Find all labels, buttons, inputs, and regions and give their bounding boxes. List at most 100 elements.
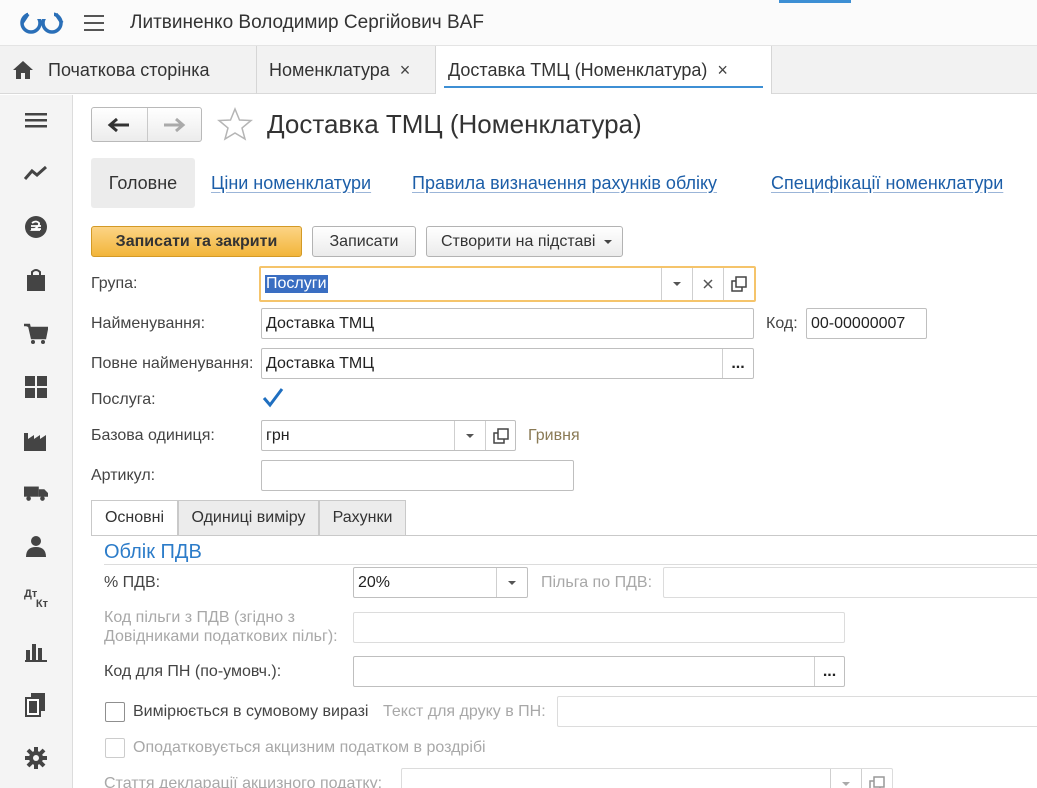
chevron-down-icon <box>673 282 681 286</box>
excise-article-field[interactable] <box>401 768 893 788</box>
tab-nomenclature[interactable]: Номенклатура × <box>257 46 436 94</box>
create-based-on-label: Створити на підставі <box>441 232 596 250</box>
open-button[interactable] <box>485 421 515 450</box>
open-form-icon <box>869 775 885 788</box>
1c-logo-icon[interactable] <box>20 10 64 36</box>
excise-label: Оподатковується акцизним податком в розд… <box>133 739 486 756</box>
vat-rate-field[interactable]: 20% <box>353 567 528 598</box>
truck-icon[interactable] <box>24 481 48 505</box>
person-icon[interactable] <box>24 534 48 558</box>
name-label: Найменування: <box>91 315 206 332</box>
app-title: Литвиненко Володимир Сергійович BAF <box>130 12 484 33</box>
inner-tab-main[interactable]: Основні <box>91 500 178 536</box>
tab-home[interactable]: Початкова сторінка <box>0 46 257 94</box>
inner-tab-units[interactable]: Одиниці виміру <box>178 500 319 536</box>
code-field[interactable]: 00-00000007 <box>806 308 927 339</box>
dropdown-button[interactable] <box>454 421 485 450</box>
close-icon[interactable]: × <box>717 60 728 81</box>
bag-icon[interactable] <box>24 268 48 292</box>
create-based-on-button[interactable]: Створити на підставі <box>426 226 623 257</box>
service-checkbox[interactable] <box>261 386 285 410</box>
benefit-code-label-line1: Код пільги з ПДВ (згідно з <box>104 609 295 626</box>
active-tab-underline <box>444 86 763 88</box>
section-tab-account-rules[interactable]: Правила визначення рахунків обліку <box>412 158 717 208</box>
clear-icon <box>703 279 713 289</box>
chevron-down-icon <box>508 580 516 585</box>
home-icon <box>12 60 34 80</box>
article-field[interactable] <box>261 460 574 491</box>
hamburger-menu-icon[interactable] <box>82 12 106 34</box>
form-content: Доставка ТМЦ (Номенклатура) Головне Ціни… <box>74 95 1037 788</box>
group-field[interactable]: Послуги <box>259 266 756 302</box>
tab-delivery-item[interactable]: Доставка ТМЦ (Номенклатура) × <box>436 46 772 94</box>
section-tab-main[interactable]: Головне <box>91 158 195 208</box>
vat-rate-label: % ПДВ: <box>104 574 161 591</box>
documents-icon[interactable] <box>24 693 48 717</box>
warehouse-icon[interactable] <box>24 375 48 399</box>
benefit-code-label-line2: Довідниками податкових пільг): <box>104 628 338 645</box>
base-unit-field[interactable]: грн <box>261 420 516 451</box>
name-value: Доставка ТМЦ <box>266 314 375 332</box>
vat-group-title: Облік ПДВ <box>104 541 202 563</box>
inner-tab-accounts[interactable]: Рахунки <box>319 500 406 536</box>
excise-article-label: Стаття декларації акцизного податку: <box>104 775 383 788</box>
section-tab-specifications[interactable]: Специфікації номенклатури <box>771 158 1003 208</box>
select-button[interactable]: ... <box>722 349 753 378</box>
name-field[interactable]: Доставка ТМЦ <box>261 308 754 339</box>
tab-delivery-item-label: Доставка ТМЦ (Номенклатура) <box>448 59 708 80</box>
vat-benefit-field[interactable] <box>663 567 1037 598</box>
dropdown-button[interactable] <box>830 769 861 788</box>
menu-icon[interactable] <box>24 109 48 133</box>
back-button[interactable] <box>92 108 147 141</box>
bar-chart-icon[interactable] <box>24 640 48 664</box>
save-button[interactable]: Записати <box>312 226 416 257</box>
close-icon[interactable]: × <box>400 60 411 81</box>
open-form-icon <box>492 427 509 444</box>
gear-icon[interactable] <box>24 746 48 770</box>
code-label: Код: <box>766 315 798 332</box>
full-name-label: Повне найменування: <box>91 355 254 372</box>
excise-checkbox[interactable] <box>105 738 125 758</box>
base-unit-description: Гривня <box>528 427 580 444</box>
pn-code-label: Код для ПН (по-умовч.): <box>104 663 282 680</box>
pn-code-field[interactable]: ... <box>353 656 845 687</box>
inner-tabs-border <box>91 535 1037 536</box>
open-button[interactable] <box>723 268 754 300</box>
code-value: 00-00000007 <box>811 314 906 332</box>
hryvnia-icon[interactable] <box>24 215 48 239</box>
benefit-code-field[interactable] <box>353 612 845 643</box>
cart-icon[interactable] <box>24 322 48 346</box>
save-and-close-button[interactable]: Записати та закрити <box>91 226 302 257</box>
sum-measure-checkbox[interactable] <box>105 702 125 722</box>
factory-icon[interactable] <box>24 428 48 452</box>
star-favorite-icon[interactable] <box>217 107 253 141</box>
open-button[interactable] <box>861 769 892 788</box>
clear-button[interactable] <box>692 268 723 300</box>
forward-button[interactable] <box>146 108 202 141</box>
chevron-down-icon <box>842 781 850 786</box>
service-label: Послуга: <box>91 391 156 408</box>
arrow-left-icon <box>107 117 130 132</box>
page-title: Доставка ТМЦ (Номенклатура) <box>267 109 642 139</box>
tab-nomenclature-label: Номенклатура <box>269 59 390 80</box>
print-text-field[interactable] <box>557 696 1037 727</box>
group-label: Група: <box>91 275 138 292</box>
top-bar: Литвиненко Володимир Сергійович BAF <box>0 0 1037 46</box>
sidebar: Дт Кт <box>0 95 73 788</box>
base-unit-label: Базова одиниця: <box>91 427 215 444</box>
trend-icon[interactable] <box>24 161 48 185</box>
full-name-field[interactable]: Доставка ТМЦ ... <box>261 348 754 379</box>
open-form-icon <box>731 276 747 292</box>
article-label: Артикул: <box>91 467 156 484</box>
dt-kt-icon[interactable]: Дт Кт <box>24 587 48 611</box>
select-button[interactable]: ... <box>814 657 844 686</box>
dropdown-button[interactable] <box>661 268 692 300</box>
group-value: Послуги <box>265 275 328 293</box>
chevron-down-icon <box>604 239 613 244</box>
section-tab-prices[interactable]: Ціни номенклатури <box>211 158 371 208</box>
active-indicator <box>779 0 851 3</box>
dropdown-button[interactable] <box>496 568 527 597</box>
full-name-value: Доставка ТМЦ <box>266 354 375 372</box>
chevron-down-icon <box>466 433 474 438</box>
vat-benefit-label: Пільга по ПДВ: <box>541 574 653 591</box>
